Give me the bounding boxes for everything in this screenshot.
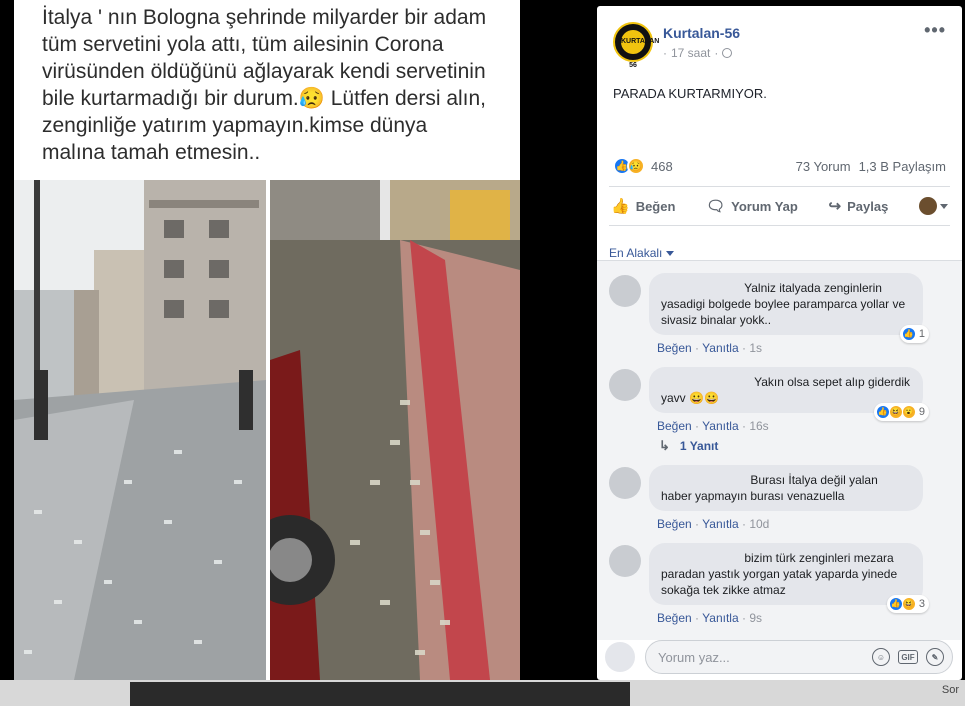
post-stats: 👍 😥 468 73 Yorum 1,3 B Paylaşım: [597, 146, 962, 186]
reply-arrow-icon: ↳: [659, 438, 670, 453]
comment-reactions[interactable]: 👍 😆 😮 9: [873, 403, 929, 421]
comment-reactions-count: 3: [918, 598, 925, 610]
page-avatar[interactable]: KURTALAN 56: [613, 22, 659, 69]
comment-reply-link[interactable]: Yanıtla: [702, 517, 738, 531]
post-header: KURTALAN 56 Kurtalan-56 · 17 saat · •••: [597, 6, 962, 69]
gif-icon[interactable]: GIF: [898, 650, 918, 664]
separator-dot: ·: [663, 46, 667, 60]
comment-time[interactable]: 9s: [749, 611, 762, 625]
photo-caption-area: İtalya ' nın Bologna şehrinde milyarder …: [14, 0, 520, 180]
post-time[interactable]: 17 saat: [671, 46, 710, 60]
comment-item: Yalniz italyada zenginlerin yasadigi bol…: [609, 273, 962, 357]
comment-reactions-count: 9: [918, 406, 925, 418]
comment-button[interactable]: 🗨 Yorum Yap: [706, 197, 798, 215]
comment-item: Burası İtalya değil yalan haber yapmayın…: [609, 465, 962, 533]
photo-caption-text: İtalya ' nın Bologna şehrinde milyarder …: [42, 6, 487, 164]
comment-input[interactable]: Yorum yaz... ☺ GIF ✎: [645, 640, 953, 674]
comments-count[interactable]: 73 Yorum: [796, 159, 851, 174]
comment-reactions[interactable]: 👍 1: [899, 325, 929, 343]
compose-icons: ☺ GIF ✎: [872, 648, 944, 666]
comment-time[interactable]: 10d: [749, 517, 769, 531]
view-replies-link[interactable]: ↳ 1 Yanıt: [659, 435, 962, 457]
shares-count[interactable]: 1,3 B Paylaşım: [859, 159, 946, 174]
reactions-count[interactable]: 468: [651, 159, 673, 174]
screen: İtalya ' nın Bologna şehrinde milyarder …: [0, 0, 965, 706]
share-arrow-icon: ↪: [828, 198, 842, 215]
react-as-selector[interactable]: [918, 197, 948, 215]
commenter-name-hidden: [661, 550, 741, 562]
comment-like-link[interactable]: Beğen: [657, 611, 692, 625]
background-text: Sor: [941, 684, 959, 696]
comment-reactions[interactable]: 👍 😆 3: [886, 595, 929, 613]
haha-reaction-icon: 😆: [888, 405, 903, 419]
share-button[interactable]: ↪ Paylaş: [829, 197, 889, 215]
like-button-label: Beğen: [635, 198, 676, 214]
street-left-drawing: [14, 180, 266, 680]
comment-input-placeholder: Yorum yaz...: [658, 649, 730, 665]
comment-reply-link[interactable]: Yanıtla: [702, 611, 738, 625]
post-meta: · 17 saat ·: [663, 46, 733, 60]
commenter-avatar[interactable]: [609, 467, 641, 499]
sort-chevron-icon: [666, 250, 675, 256]
comment-item: bizim türk zenginleri mezara paradan yas…: [609, 543, 962, 627]
comment-reactions-count: 1: [918, 328, 925, 340]
comment-bubble: Burası İtalya değil yalan haber yapmayın…: [649, 465, 923, 511]
wow-reaction-icon: 😮: [901, 405, 916, 419]
comment-like-link[interactable]: Beğen: [657, 517, 692, 531]
sort-label: En Alakalı: [609, 246, 663, 260]
separator-dot: ·: [714, 46, 719, 60]
haha-reaction-icon: 😆: [901, 597, 916, 611]
commenter-name-hidden: [661, 472, 747, 484]
globe-icon: [722, 48, 733, 58]
emoji-icon[interactable]: ☺: [872, 648, 890, 666]
commenter-name-hidden: [661, 374, 751, 386]
comment-reply-link[interactable]: Yanıtla: [702, 419, 738, 433]
street-photo-left: [14, 180, 266, 680]
more-options-icon[interactable]: •••: [924, 20, 946, 41]
commenter-avatar[interactable]: [609, 369, 641, 401]
comment-like-link[interactable]: Beğen: [657, 341, 692, 355]
street-right-drawing: [270, 180, 520, 680]
like-reaction-icon: 👍: [875, 405, 890, 419]
sticker-icon[interactable]: ✎: [926, 648, 944, 666]
comment-links: Beğen · Yanıtla · 10d: [649, 511, 962, 533]
comment-bubble: bizim türk zenginleri mezara paradan yas…: [649, 543, 929, 613]
page-avatar-logo: KURTALAN 56: [621, 30, 659, 69]
post-actions: 👍 Beğen 🗨 Yorum Yap ↪ Paylaş: [609, 186, 950, 226]
stats-right: 73 Yorum 1,3 B Paylaşım: [796, 159, 946, 174]
post-panel: KURTALAN 56 Kurtalan-56 · 17 saat · ••• …: [597, 6, 962, 680]
current-user-avatar: [605, 642, 635, 672]
reaction-icons[interactable]: 👍 😥 468: [613, 157, 673, 175]
user-avatar: [918, 197, 937, 215]
commenter-avatar[interactable]: [609, 275, 641, 307]
comments-list: Yalniz italyada zenginlerin yasadigi bol…: [597, 260, 962, 640]
comment-item: Yakın olsa sepet alıp giderdik yavv 😀😀 👍…: [609, 367, 962, 435]
comment-bubble-icon: 🗨: [706, 198, 726, 215]
background-strip-dark: [130, 682, 630, 706]
like-reaction-icon: 👍: [901, 327, 916, 341]
post-author[interactable]: Kurtalan-56: [663, 25, 740, 41]
comment-time[interactable]: 16s: [749, 419, 768, 433]
replies-count: 1 Yanıt: [679, 439, 719, 453]
post-photo[interactable]: İtalya ' nın Bologna şehrinde milyarder …: [14, 0, 520, 680]
share-button-label: Paylaş: [847, 198, 889, 214]
post-text: PARADA KURTARMIYOR.: [613, 86, 767, 101]
street-photo-right: [270, 180, 520, 680]
comment-reply-link[interactable]: Yanıtla: [702, 341, 738, 355]
like-reaction-icon: 👍: [888, 597, 903, 611]
sad-reaction-icon: 😥: [627, 157, 645, 175]
chevron-down-icon: [939, 203, 948, 209]
thumbs-up-icon: 👍: [611, 198, 630, 215]
commenter-name-hidden: [661, 280, 741, 292]
like-button[interactable]: 👍 Beğen: [611, 197, 675, 215]
comment-like-link[interactable]: Beğen: [657, 419, 692, 433]
commenter-avatar[interactable]: [609, 545, 641, 577]
comment-bubble: Yakın olsa sepet alıp giderdik yavv 😀😀 👍…: [649, 367, 929, 421]
street-photo: [14, 180, 520, 680]
comment-bubble: Yalniz italyada zenginlerin yasadigi bol…: [649, 273, 929, 343]
comment-time[interactable]: 1s: [749, 341, 762, 355]
comment-button-label: Yorum Yap: [731, 198, 798, 214]
